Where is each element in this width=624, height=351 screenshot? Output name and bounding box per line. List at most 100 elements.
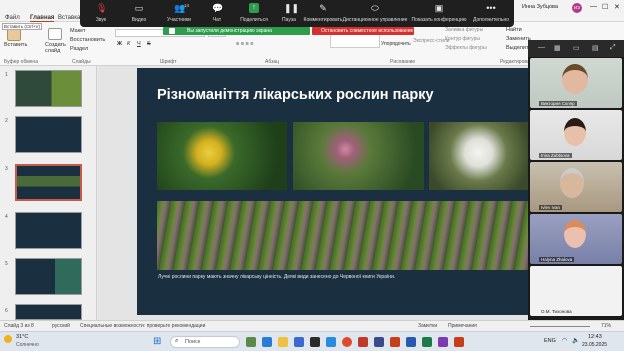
annotate-button[interactable]: ✎ Комментировать — [300, 3, 346, 27]
clock-date[interactable]: 23.05.2025 — [582, 342, 607, 348]
weather-description[interactable]: Солнечно — [16, 342, 39, 348]
comments-button[interactable]: Примечания — [448, 323, 477, 329]
participant-face — [560, 168, 584, 198]
tab-insert[interactable]: Вставка — [58, 15, 80, 21]
volume-icon[interactable]: 🔈 — [572, 337, 579, 344]
zoom-icon[interactable] — [326, 337, 336, 347]
more-button[interactable]: ••• Дополнительно — [470, 3, 512, 27]
align-buttons[interactable]: ≡ ≡ ≡ ≡ — [236, 41, 253, 47]
participants-button[interactable]: 👥 14 Участники — [160, 3, 198, 27]
participant-tile[interactable]: Ivlev Ivan — [530, 162, 622, 212]
windows-taskbar: 31°C Солнечно ⊞ ⌕ Поиск ENG ◠ 🔈 12:43 23… — [0, 331, 624, 351]
paste-button[interactable]: Вставить — [4, 42, 27, 48]
app-icon[interactable] — [438, 337, 448, 347]
grid-view-icon[interactable]: ▦ — [554, 44, 561, 52]
bold-button[interactable]: Ж — [117, 41, 122, 47]
user-account[interactable]: Инна Зубцова ИЗ — ☐ ✕ — [516, 2, 624, 15]
powerpoint-icon[interactable] — [390, 337, 400, 347]
italic-button[interactable]: К — [127, 41, 130, 47]
mouse-icon: ⬭ — [371, 3, 379, 13]
pen-icon: ✎ — [319, 3, 327, 13]
tab-file[interactable]: Файл — [5, 15, 20, 21]
slide-title[interactable]: Різноманіття лікарських рослин парку — [157, 87, 517, 103]
group-label-drawing: Рисование — [390, 59, 416, 65]
participant-name: Ivlev Ivan — [539, 205, 563, 210]
strike-button[interactable]: S — [147, 41, 151, 47]
minimize-icon[interactable]: — — [590, 3, 597, 10]
notes-button[interactable]: Заметки — [418, 323, 437, 329]
remote-control-button[interactable]: ⬭ Дистанционное управление — [342, 3, 408, 27]
chat-button[interactable]: 💬 Чат — [198, 3, 236, 27]
store-icon[interactable] — [294, 337, 304, 347]
weather-temp[interactable]: 31°C — [16, 334, 28, 340]
windows-start-icon[interactable]: ⊞ — [153, 336, 161, 347]
new-slide-button[interactable]: Создать слайд — [45, 42, 67, 54]
tab-home[interactable]: Главная — [30, 15, 55, 22]
word-icon[interactable] — [406, 337, 416, 347]
thumb-number: 4 — [5, 214, 8, 220]
close-icon[interactable]: ✕ — [614, 3, 620, 11]
gallery-icon[interactable]: ▤ — [592, 44, 599, 52]
video-button[interactable]: ▭ Видео — [120, 3, 158, 27]
shape-fill-button[interactable]: Заливка фигуры — [445, 27, 483, 33]
find-button[interactable]: Найти — [506, 27, 522, 33]
reset-button[interactable]: Восстановить — [70, 37, 105, 43]
participant-name: Виктория Скляр — [539, 101, 577, 106]
participant-tile[interactable]: Halyna Zhalova — [530, 214, 622, 264]
teams-icon[interactable] — [374, 337, 384, 347]
group-label-slides: Слайды — [72, 59, 91, 65]
slide-thumbnail[interactable] — [15, 212, 82, 249]
zoom-slider[interactable] — [530, 326, 590, 327]
share-button[interactable]: ↑ Поделиться — [235, 3, 273, 27]
pdf-icon[interactable] — [358, 337, 368, 347]
avatar: ИЗ — [572, 3, 582, 13]
chrome-icon[interactable] — [342, 337, 352, 347]
task-view-icon[interactable] — [246, 337, 256, 347]
language-indicator[interactable]: русский — [52, 323, 70, 329]
arrange-button[interactable]: Упорядочить — [381, 41, 411, 47]
participant-tile[interactable]: О.М. Тихонова — [530, 266, 622, 316]
participant-face — [562, 64, 588, 94]
slide-thumbnail[interactable] — [15, 116, 82, 153]
shortcut-tooltip: Вставить (Ctrl+V) — [2, 23, 42, 30]
slide-caption[interactable]: Лучні рослини парку мають значну лікарсь… — [158, 274, 395, 280]
stop-share-button[interactable]: Остановить совместное использование — [312, 27, 414, 35]
audio-button[interactable]: 🎙 Звук — [82, 3, 120, 27]
keyboard-language[interactable]: ENG — [544, 338, 556, 344]
shape-outline-button[interactable]: Контур фигуры — [445, 36, 480, 42]
accessibility-status[interactable]: Специальные возможности: проверьте реком… — [80, 323, 205, 329]
clock-time[interactable]: 12:43 — [588, 334, 602, 340]
slide-thumbnail[interactable] — [15, 304, 82, 320]
layout-button[interactable]: Макет — [70, 28, 86, 34]
participant-tile[interactable]: Inna Zubtsova — [530, 110, 622, 160]
show-meeting-button[interactable]: ▣ Показать конференцию — [410, 3, 468, 27]
slide-thumbnail[interactable] — [15, 258, 82, 295]
fullscreen-icon[interactable]: ⤢ — [610, 44, 616, 52]
section-button[interactable]: Раздел — [70, 46, 88, 52]
search-box[interactable]: ⌕ Поиск — [170, 336, 240, 348]
shape-effects-button[interactable]: Эффекты фигуры — [445, 45, 487, 51]
replace-button[interactable]: Заменить — [506, 36, 531, 42]
status-bar: Слайд 3 из 8 русский Специальные возможн… — [0, 320, 624, 331]
thumb-number: 3 — [5, 166, 8, 172]
excel-icon[interactable] — [422, 337, 432, 347]
underline-button[interactable]: Ч — [137, 41, 141, 47]
slide-thumbnail[interactable] — [15, 70, 82, 107]
wifi-icon[interactable]: ◠ — [562, 337, 567, 344]
new-slide-icon[interactable] — [48, 28, 62, 40]
maximize-icon[interactable]: ☐ — [602, 3, 608, 11]
powerpoint-window-icon[interactable] — [454, 337, 464, 347]
speaker-view-icon[interactable]: ▭ — [573, 44, 580, 52]
edge-icon[interactable] — [262, 337, 272, 347]
collapse-icon[interactable]: — — [538, 44, 545, 51]
media-icon[interactable] — [310, 337, 320, 347]
zoom-toolbar: 🎙 Звук ▭ Видео 👥 14 Участники 💬 Чат ↑ По… — [80, 0, 514, 27]
file-explorer-icon[interactable] — [278, 337, 288, 347]
zoom-level[interactable]: 71% — [601, 323, 611, 329]
slide-thumbnail-pane: 1 2 3 4 5 6 — [0, 66, 97, 320]
participant-name: О.М. Тихонова — [541, 309, 572, 314]
camera-icon: ▭ — [134, 3, 144, 13]
participants-video-panel: Виктория Скляр Inna Zubtsova Ivlev Ivan … — [528, 57, 624, 320]
slide-thumbnail-selected[interactable] — [15, 164, 82, 201]
participant-tile[interactable]: Виктория Скляр — [530, 58, 622, 108]
